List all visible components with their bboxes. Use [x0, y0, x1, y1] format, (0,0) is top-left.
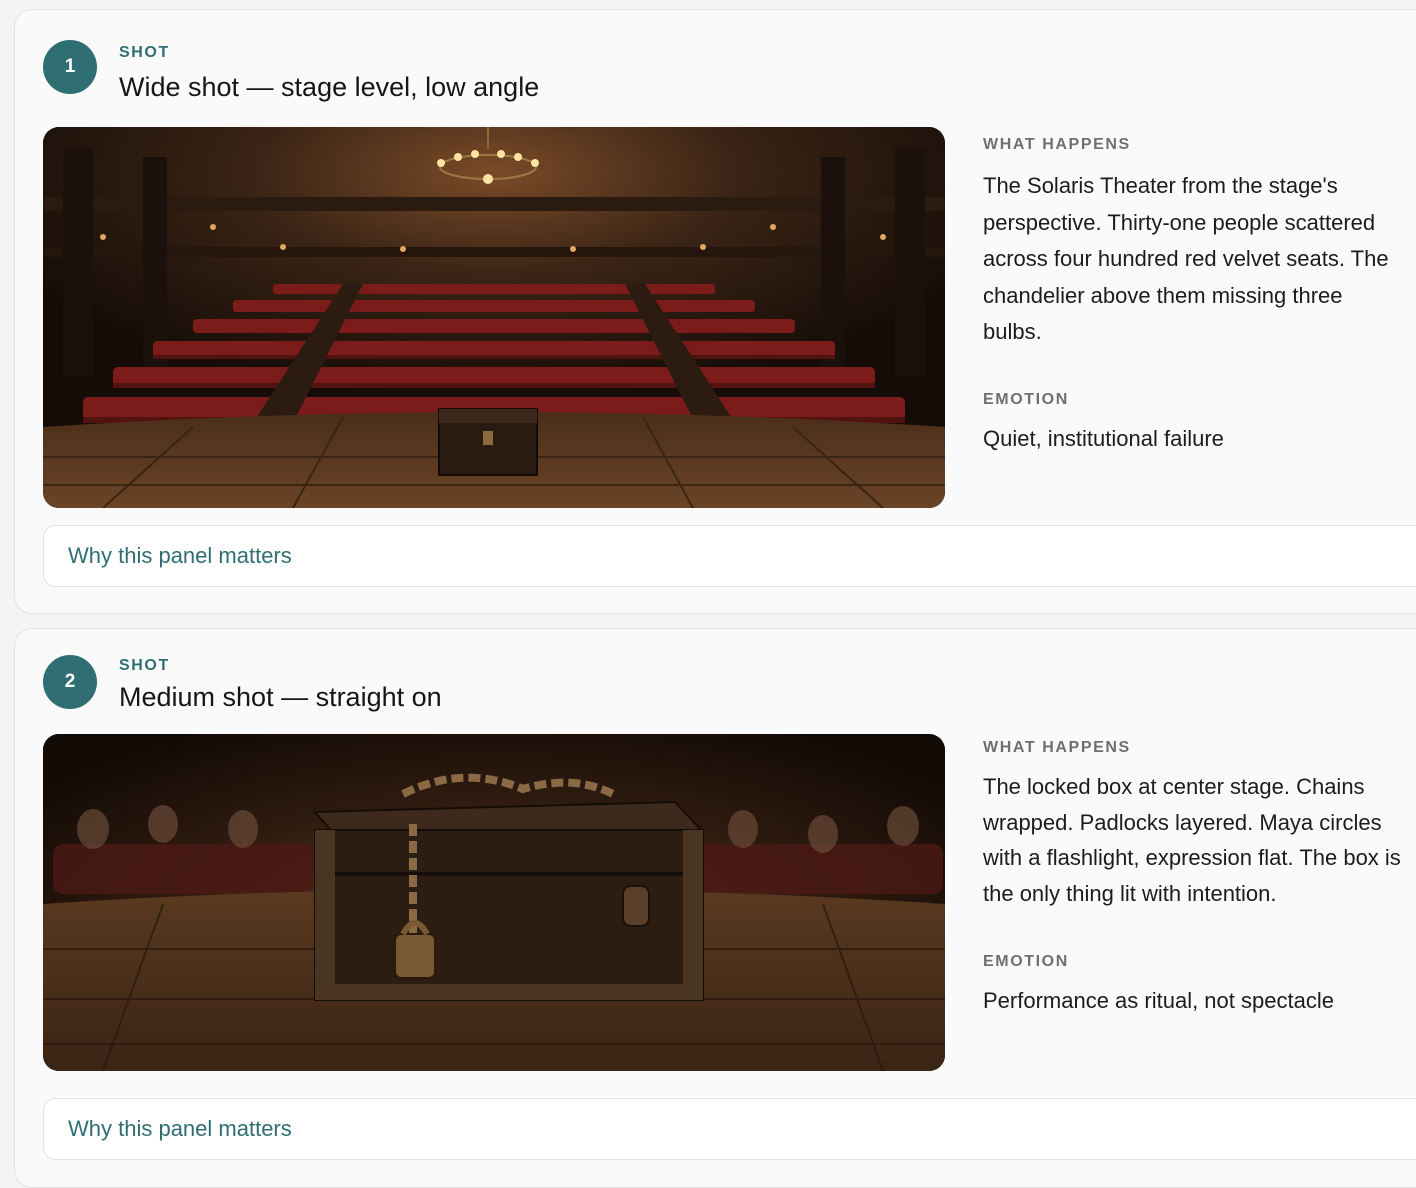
storyboard-panel-1: 1 SHOT Wide shot — stage level, low angl… [14, 9, 1416, 614]
storyboard-panel-2: 2 SHOT Medium shot — straight on WHAT HA… [14, 628, 1416, 1188]
emotion-text: Quiet, institutional failure [983, 425, 1224, 451]
what-happens-text: The locked box at center stage. Chains w… [983, 774, 1401, 906]
emotion-label: EMOTION [983, 390, 1069, 408]
why-this-panel-matters-toggle[interactable]: Why this panel matters [43, 1098, 1416, 1160]
locked-box-shape [438, 408, 538, 476]
what-happens-text: The Solaris Theater from the stage's per… [983, 173, 1389, 344]
panel-details: WHAT HAPPENS The Solaris Theater from th… [983, 136, 1403, 457]
panel-details: WHAT HAPPENS The locked box at center st… [983, 739, 1403, 1020]
panel-number-badge: 1 [43, 40, 97, 94]
panel-image-locked-box [43, 734, 945, 1071]
chained-chest-shape [312, 773, 706, 1001]
theater-illustration [43, 127, 945, 508]
emotion-label: EMOTION [983, 953, 1069, 970]
panel-image-theater [43, 127, 945, 508]
what-happens-label: WHAT HAPPENS [983, 739, 1131, 756]
why-this-panel-matters-toggle[interactable]: Why this panel matters [43, 525, 1416, 587]
locked-box-illustration [43, 734, 945, 1071]
panel-number-badge: 2 [43, 655, 97, 709]
emotion-text: Performance as ritual, not spectacle [983, 988, 1334, 1013]
shot-title: Medium shot — straight on [119, 682, 442, 712]
shot-title: Wide shot — stage level, low angle [119, 72, 540, 102]
shot-label: SHOT [119, 44, 170, 61]
shot-label: SHOT [119, 657, 170, 674]
what-happens-label: WHAT HAPPENS [983, 136, 1131, 153]
